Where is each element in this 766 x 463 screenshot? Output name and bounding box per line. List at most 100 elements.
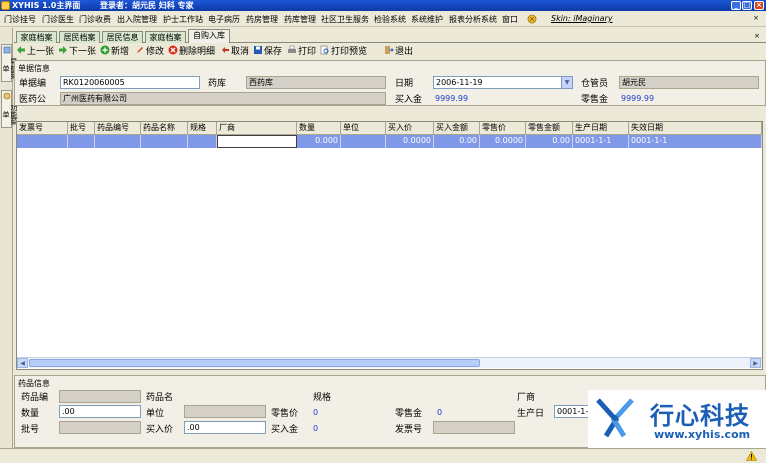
menu-item[interactable]: 护士工作站	[163, 14, 203, 25]
scroll-right-icon[interactable]: ▶	[750, 358, 761, 368]
close-icon[interactable]: ×	[754, 1, 764, 10]
print-preview-button[interactable]: 打印预览	[320, 45, 367, 59]
detail-grid[interactable]: 发票号 批号 药品编号 药品名称 规格 厂商 数量 单位 买入价 买入金额 零售…	[16, 121, 763, 370]
minimize-icon[interactable]: _	[731, 1, 741, 10]
exit-button[interactable]: 退出	[384, 45, 413, 59]
delete-detail-button[interactable]: 删除明细	[168, 45, 215, 59]
grid-header[interactable]: 厂商	[217, 122, 297, 135]
title-bar[interactable]: XYHIS 1.0主界面 登录者：胡元民 妇科 专家 _ □ ×	[0, 0, 766, 11]
doc-no-field[interactable]: RK0120060005	[60, 76, 200, 89]
grid-header[interactable]: 零售价	[480, 122, 526, 135]
grid-header[interactable]: 生产日期	[573, 122, 629, 135]
arrow-right-icon	[58, 45, 68, 55]
buy-price-field[interactable]: .00	[184, 421, 266, 434]
batch-label: 批号	[21, 425, 40, 435]
logo-url: www.xyhis.com	[654, 428, 751, 441]
tab-resident-info[interactable]: 居民信息	[102, 31, 143, 43]
tab-self-purchase-stockin[interactable]: 自购入库	[188, 29, 230, 43]
grid-header[interactable]: 失效日期	[629, 122, 762, 135]
menu-item[interactable]: 药库管理	[284, 14, 316, 25]
menu-item[interactable]: 门诊医生	[42, 14, 74, 25]
menu-item[interactable]: 窗口	[502, 14, 518, 25]
grid-header[interactable]: 规格	[188, 122, 217, 135]
date-picker[interactable]: 2006-11-19 ▼	[433, 76, 573, 89]
horizontal-scrollbar[interactable]: ◀ ▶	[17, 357, 762, 368]
menu-item[interactable]: 门诊收费	[79, 14, 111, 25]
menu-item[interactable]: 药房管理	[246, 14, 278, 25]
grid-header[interactable]: 数量	[297, 122, 341, 135]
keeper-field[interactable]: 胡元民	[619, 76, 759, 89]
scroll-thumb[interactable]	[29, 359, 480, 367]
purchase-total-label: 买入金	[395, 95, 423, 105]
sidebar-tab-func[interactable]: 功能菜单	[1, 90, 18, 128]
grid-cell[interactable]: 0.000	[297, 135, 341, 148]
grid-cell[interactable]	[95, 135, 141, 148]
invoice-field[interactable]	[433, 421, 515, 434]
skin-label[interactable]: Skin: iMaginary	[551, 14, 613, 23]
edit-button[interactable]: 修改	[135, 45, 164, 59]
save-button[interactable]: 保存	[253, 45, 282, 59]
grid-header[interactable]: 药品编号	[95, 122, 141, 135]
drug-info-title: 药品信息	[18, 379, 50, 388]
grid-cell[interactable]: 0.00	[526, 135, 573, 148]
menu-item[interactable]: 检验系统	[374, 14, 406, 25]
delete-icon	[168, 45, 178, 55]
company-logo: 行心科技 www.xyhis.com	[588, 390, 766, 448]
maximize-icon[interactable]: □	[742, 1, 752, 10]
grid-header[interactable]: 买入金额	[434, 122, 480, 135]
grid-cell[interactable]	[341, 135, 386, 148]
grid-header[interactable]: 单位	[341, 122, 386, 135]
grid-header[interactable]: 药品名称	[141, 122, 188, 135]
add-button[interactable]: 新增	[100, 45, 129, 59]
menu-item[interactable]: 社区卫生服务	[321, 14, 369, 25]
menu-item[interactable]: 电子病历	[208, 14, 240, 25]
tab-family-records-2[interactable]: 家庭档案	[145, 31, 186, 43]
grid-cell[interactable]: 0001-1-1	[629, 135, 762, 148]
drug-code-field[interactable]	[59, 390, 141, 403]
next-button[interactable]: 下一张	[58, 45, 96, 59]
grid-cell[interactable]: 0.0000	[386, 135, 434, 148]
cancel-button[interactable]: 取消	[220, 45, 249, 59]
printer-icon	[287, 45, 297, 55]
toolbar: 上一张 下一张 新增 修改 删除明细 取消 保存 打印 打印预览 退出	[14, 44, 766, 60]
qty-field[interactable]: .00	[59, 405, 141, 418]
storage-field[interactable]: 西药库	[246, 76, 386, 89]
status-bar	[0, 448, 766, 463]
grid-header[interactable]: 零售金额	[526, 122, 573, 135]
grid-cell[interactable]	[188, 135, 217, 148]
prev-button[interactable]: 上一张	[16, 45, 54, 59]
chevron-down-icon[interactable]: ▼	[561, 77, 572, 88]
unit-field[interactable]	[184, 405, 266, 418]
sidebar-tab-nav[interactable]: 导航菜单	[1, 44, 18, 82]
grid-cell[interactable]: 0001-1-1	[573, 135, 629, 148]
batch-field[interactable]	[59, 421, 141, 434]
grid-cell[interactable]	[141, 135, 188, 148]
retail-price-value: 0	[313, 408, 319, 417]
keeper-label: 仓管员	[581, 79, 609, 89]
document-tabs: 家庭档案 居民档案 居民信息 家庭档案 自购入库 ×	[14, 29, 766, 43]
print-button[interactable]: 打印	[287, 45, 316, 59]
menu-item[interactable]: 门诊挂号	[4, 14, 36, 25]
drug-name-label: 药品名	[146, 393, 174, 403]
menu-item[interactable]: 报表分析系统	[449, 14, 497, 25]
grid-cell[interactable]	[17, 135, 68, 148]
scroll-left-icon[interactable]: ◀	[17, 358, 28, 368]
grid-cell[interactable]: 0.0000	[480, 135, 526, 148]
menu-item[interactable]: 出入院管理	[117, 14, 157, 25]
tabs-close-icon[interactable]: ×	[754, 32, 760, 40]
grid-cell[interactable]	[68, 135, 95, 148]
user-info: 登录者：胡元民 妇科 专家	[100, 1, 194, 10]
tab-resident-records[interactable]: 居民档案	[59, 31, 100, 43]
skin-icon[interactable]	[527, 14, 537, 24]
grid-header[interactable]: 买入价	[386, 122, 434, 135]
supplier-field[interactable]: 广州医药有限公司	[60, 92, 386, 105]
grid-header[interactable]: 发票号	[17, 122, 68, 135]
grid-cell[interactable]: 0.00	[434, 135, 480, 148]
grid-header[interactable]: 批号	[68, 122, 95, 135]
menu-item[interactable]: 系统维护	[411, 14, 443, 25]
grid-cell-editing[interactable]	[217, 135, 297, 148]
logo-company-name: 行心科技	[650, 402, 750, 430]
buy-amount-value: 0	[313, 424, 319, 433]
menu-close-icon[interactable]: ×	[753, 14, 761, 22]
tab-family-records[interactable]: 家庭档案	[16, 31, 57, 43]
